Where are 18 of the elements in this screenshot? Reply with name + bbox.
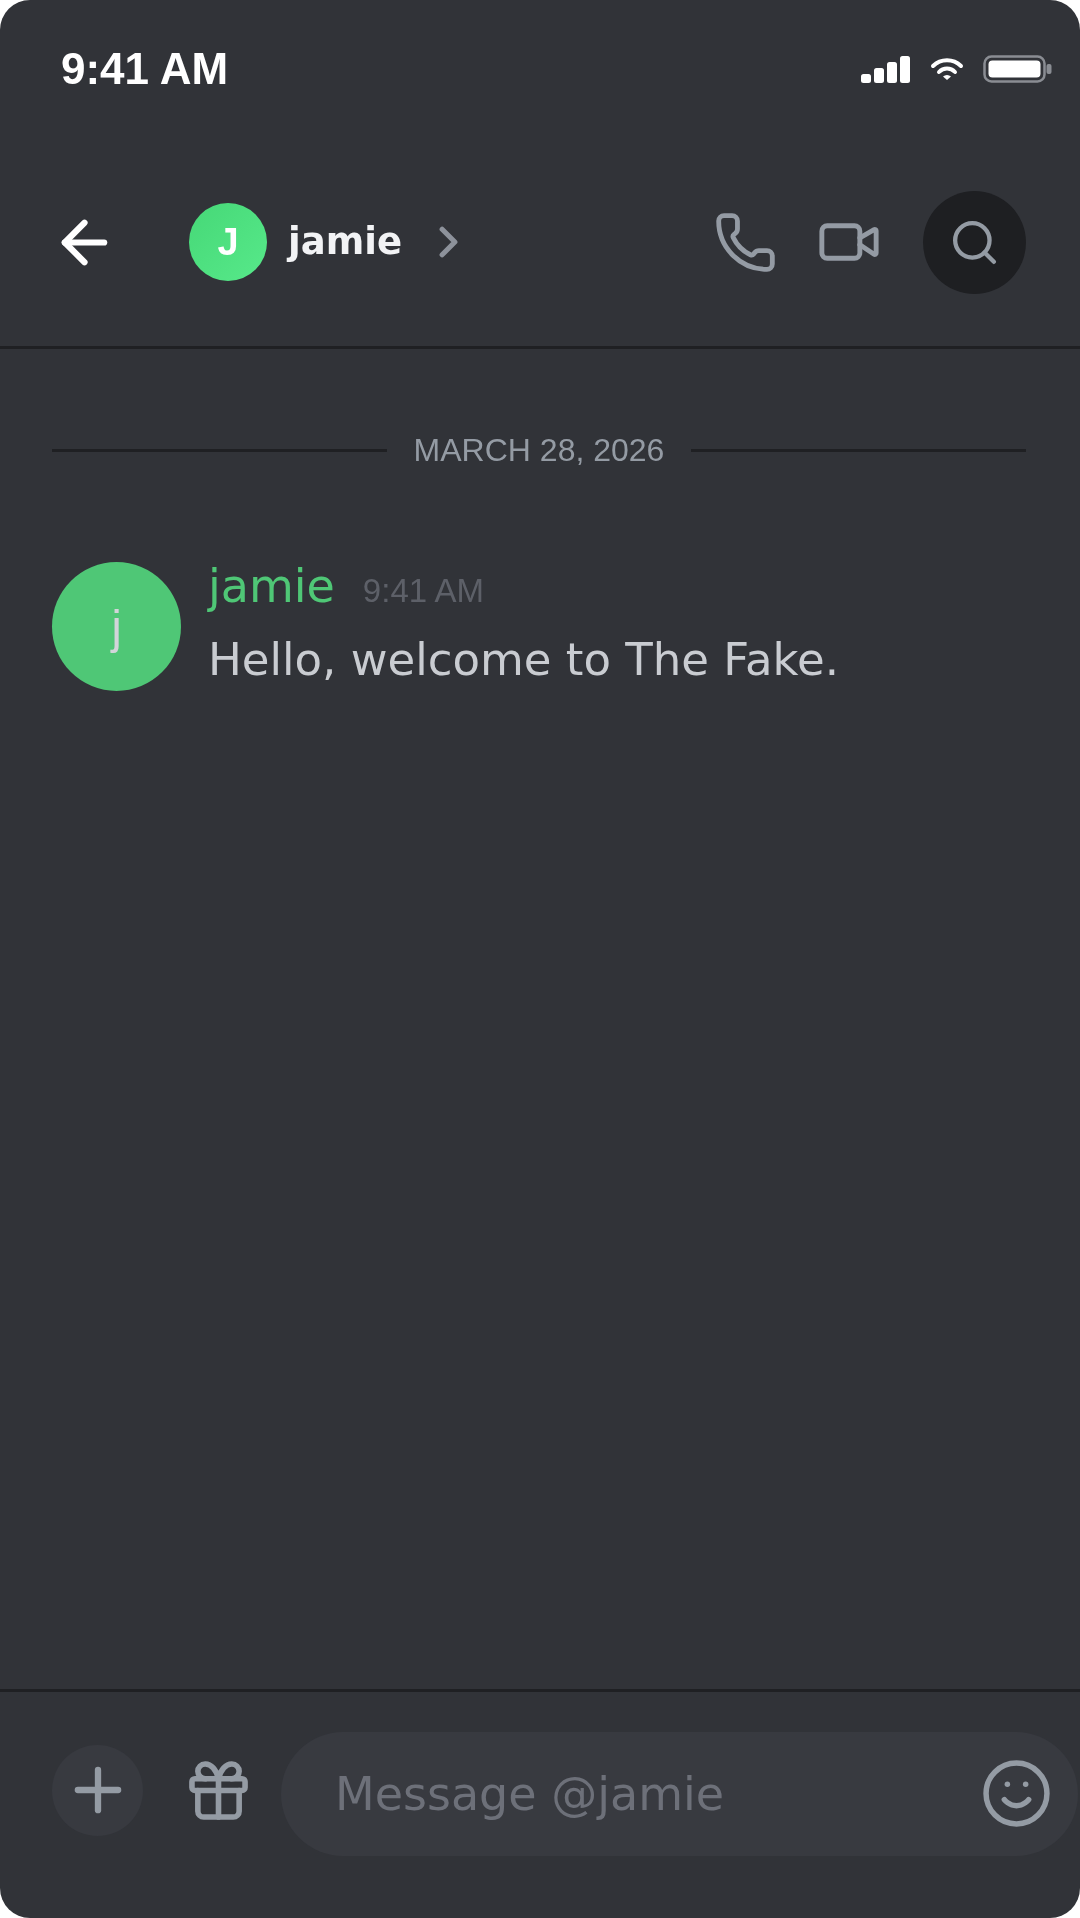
wifi-icon [931, 58, 963, 80]
chevron-right-icon[interactable] [440, 227, 457, 257]
contact-avatar: J [189, 203, 267, 281]
plus-icon[interactable] [74, 1767, 121, 1813]
gift-icon[interactable] [189, 1760, 248, 1820]
contact-name[interactable]: jamie [288, 219, 402, 265]
signal-icon [861, 55, 911, 83]
phone-icon[interactable] [716, 212, 775, 272]
video-camera-icon[interactable] [819, 223, 879, 261]
smiley-face-icon[interactable] [983, 1760, 1050, 1827]
date-divider-label: MARCH 28, 2026 [413, 431, 665, 470]
message-author: jamie [208, 562, 335, 610]
user-avatar: j [52, 562, 181, 691]
message-input-field[interactable]: Message @jamie [281, 1732, 1078, 1856]
battery-icon [983, 55, 1052, 83]
search-icon[interactable] [953, 220, 996, 264]
message-text: Hello, welcome to The Fake. [208, 632, 839, 688]
status-time: 9:41 AM [61, 47, 229, 91]
